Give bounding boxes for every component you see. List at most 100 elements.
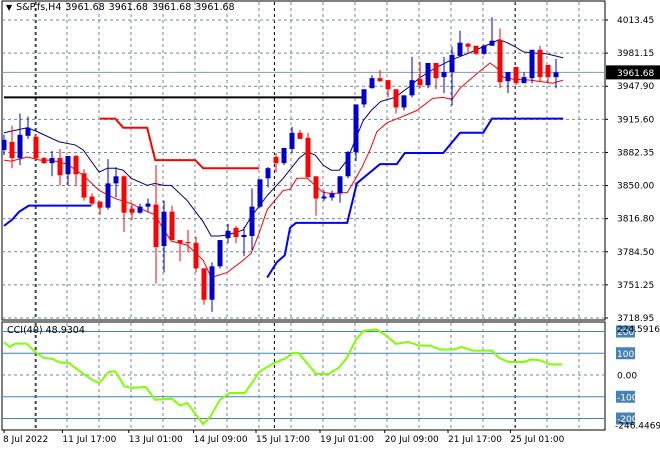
candle-body <box>41 158 47 164</box>
candle-body <box>145 203 151 207</box>
candle-body <box>385 80 391 90</box>
candle-body <box>193 243 199 269</box>
symbol-label: S&P.fs,H4 <box>16 2 62 13</box>
candle-body <box>289 132 295 149</box>
candle-body <box>545 64 551 78</box>
candle-body <box>169 211 175 241</box>
time-axis-label: 25 Jul 01:00 <box>510 435 564 445</box>
candle-body <box>97 201 103 208</box>
candle-body <box>361 89 367 105</box>
high-value: 3961.68 <box>108 2 148 13</box>
candle-body <box>25 127 31 136</box>
candle-body <box>1 139 7 150</box>
candle-body <box>73 156 79 175</box>
candle-body <box>377 78 383 82</box>
candle-body <box>185 242 191 244</box>
candle-body <box>217 240 223 267</box>
price-axis-label: 3718.95 <box>617 314 654 324</box>
candle-body <box>65 156 71 175</box>
candle-body <box>177 240 183 244</box>
candle-body <box>497 39 503 83</box>
current-price-label: 3961.68 <box>617 69 654 79</box>
candle-body <box>17 134 23 159</box>
candle-body <box>529 49 535 79</box>
price-axis-label: 3784.50 <box>617 248 654 258</box>
candle-body <box>537 49 543 78</box>
candle-body <box>137 206 143 213</box>
time-axis-label: 14 Jul 09:00 <box>194 435 248 445</box>
candle-body <box>81 173 87 198</box>
candle-body <box>209 266 215 300</box>
price-chart[interactable]: 4013.45 3981.15 3947.90 3915.60 3882.35 3850.… <box>0 0 660 450</box>
candle-body <box>313 176 319 199</box>
cci-level-label: -100 <box>617 393 638 403</box>
candle-body <box>161 211 167 247</box>
candle-body <box>241 234 247 237</box>
candle-body <box>105 183 111 208</box>
candle-body <box>425 62 431 86</box>
cci-min-label: -246.4469 <box>615 422 660 432</box>
candle-body <box>553 72 559 78</box>
candle-body <box>353 104 359 153</box>
price-axis-label: 3850.00 <box>617 182 654 192</box>
open-value: 3961.68 <box>65 2 105 13</box>
candle-body <box>449 54 455 73</box>
candle-body <box>121 176 127 213</box>
price-axis-label: 3981.15 <box>617 49 654 59</box>
candle-body <box>297 132 303 139</box>
candle-body <box>329 193 335 198</box>
candle-body <box>481 45 487 54</box>
candle-body <box>369 78 375 89</box>
candle-body <box>233 227 239 237</box>
candle-body <box>321 196 327 199</box>
time-axis-label: 8 Jul 2022 <box>3 435 48 445</box>
cci-value: 48.9304 <box>45 325 85 336</box>
time-axis-label: 11 Jul 17:00 <box>62 435 116 445</box>
candle-body <box>225 230 231 239</box>
candle-body <box>281 147 287 164</box>
candle-body <box>33 136 39 159</box>
candle-body <box>305 137 311 178</box>
candle-body <box>409 80 415 96</box>
time-axis-label: 13 Jul 01:00 <box>129 435 183 445</box>
candle-body <box>337 176 343 194</box>
candle-body <box>201 268 207 300</box>
candle-body <box>249 206 255 236</box>
candle-body <box>473 45 479 54</box>
time-axis-label: 21 Jul 17:00 <box>448 435 502 445</box>
candle-body <box>393 89 399 108</box>
candle-body <box>57 158 63 176</box>
chart-title: ▼ S&P.fs,H4 3961.68 3961.68 3961.68 3961.68 <box>6 2 239 13</box>
low-value: 3961.68 <box>151 2 192 13</box>
candle-body <box>257 179 263 207</box>
candle-body <box>49 158 55 164</box>
candle-body <box>433 62 439 79</box>
cci-max-label: 224.5916 <box>617 325 660 335</box>
price-axis-label: 3882.35 <box>617 148 654 158</box>
candle-body <box>417 79 423 86</box>
time-axis-label: 20 Jul 09:00 <box>385 435 439 445</box>
time-axis-label: 19 Jul 01:00 <box>320 435 374 445</box>
close-value: 3961.68 <box>195 2 235 13</box>
candle-body <box>505 72 511 82</box>
triangle-down-icon[interactable]: ▼ <box>6 3 12 12</box>
candle-body <box>441 72 447 78</box>
price-axis-label: 3751.25 <box>617 281 654 291</box>
candle-body <box>345 152 351 177</box>
candle-body <box>9 141 15 159</box>
price-axis-label: 3816.80 <box>617 215 654 225</box>
cci-name: CCI(40) <box>7 325 43 336</box>
candle-body <box>521 77 527 84</box>
time-axis-label: 15 Jul 17:00 <box>256 435 310 445</box>
cci-level-label: 100 <box>617 350 634 360</box>
candle-body <box>465 43 471 47</box>
candle-body <box>89 196 95 204</box>
price-axis-label: 3915.60 <box>617 115 654 125</box>
candle-body <box>265 168 271 179</box>
candle-body <box>513 67 519 84</box>
candle-body <box>401 95 407 108</box>
candle-body <box>113 176 119 184</box>
price-axis-label: 4013.45 <box>617 16 654 26</box>
price-axis-label: 3947.90 <box>617 82 654 92</box>
candle-body <box>273 157 279 164</box>
